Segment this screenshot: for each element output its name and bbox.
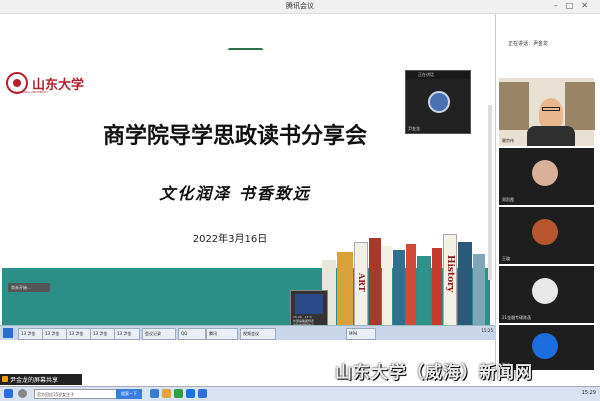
participant-avatar xyxy=(532,219,558,245)
participants-panel: 正在讲话：尹金龙 赖宗伟 郑凯霞 王璇 21金融专硕陈菡 陈洋 xyxy=(495,14,600,374)
speaker-pip[interactable]: 正在讲话 尹金龙 xyxy=(405,70,471,134)
speaking-indicator: 正在讲话：尹金龙 xyxy=(508,41,549,47)
participant-name: 21金融专硕陈菡 xyxy=(502,315,532,320)
participant-avatar xyxy=(532,278,558,304)
taskbar-item[interactable]: MP4 xyxy=(346,328,376,340)
participant-camera-person xyxy=(527,98,575,146)
slide-title: 商学院导学思政读书分享会 xyxy=(102,123,367,149)
university-name-en: SHANDONG UNIVERSITY xyxy=(12,90,49,94)
close-icon[interactable]: ✕ xyxy=(581,1,596,10)
slide-scrollbar[interactable] xyxy=(488,105,492,280)
university-logo: 山东大学 SHANDONG UNIVERSITY xyxy=(6,72,96,96)
search-button[interactable]: 搜索一下 xyxy=(116,389,142,399)
folder-icon[interactable] xyxy=(162,389,171,398)
taskbar-item[interactable]: 会议记录 xyxy=(142,328,176,340)
book-spine-art: ART xyxy=(357,273,367,292)
meeting-icon[interactable] xyxy=(198,389,207,398)
window-titlebar: 腾讯会议 –□✕ xyxy=(0,0,600,14)
taskbar-item[interactable]: 13 尹金 xyxy=(90,328,116,340)
speaker-avatar xyxy=(428,91,450,113)
slide-date: 2022年3月16日 xyxy=(192,234,268,245)
system-clock: 15:29 xyxy=(581,390,596,396)
search-icon[interactable] xyxy=(18,389,27,398)
taskbar-item[interactable]: 13 尹金 xyxy=(18,328,44,340)
maximize-icon[interactable]: □ xyxy=(566,1,582,10)
minimize-icon[interactable]: – xyxy=(554,1,566,10)
windows-start-icon[interactable] xyxy=(3,328,13,338)
books-illustration: ART History xyxy=(320,234,490,330)
participant-name: 郑凯霞 xyxy=(502,197,514,202)
preview-thumbnail xyxy=(295,294,323,314)
app-icon[interactable] xyxy=(150,389,159,398)
windows-start-icon[interactable] xyxy=(4,389,13,398)
microphone-icon xyxy=(2,376,8,382)
taskbar-item[interactable]: 腾讯 xyxy=(206,328,238,340)
participant-avatar xyxy=(532,160,558,186)
shared-clock: 15:25 xyxy=(481,328,493,333)
participant-name: 王璇 xyxy=(502,256,510,261)
shared-taskbar: 13 尹金 13 尹金 13 尹金 13 尹金 13 尹金 会议记录 QQ 腾讯… xyxy=(0,325,495,340)
app-icon[interactable] xyxy=(174,389,183,398)
participant-tile[interactable]: 21金融专硕陈菡 xyxy=(499,266,594,323)
participant-tile[interactable]: 王璇 xyxy=(499,207,594,264)
participant-name: 赖宗伟 xyxy=(502,138,514,143)
taskbar-item[interactable]: QQ xyxy=(178,328,206,340)
taskbar-item[interactable]: 13 尹金 xyxy=(114,328,140,340)
book-spine-history: History xyxy=(445,255,455,293)
taskbar-item[interactable]: 视频会议 xyxy=(240,328,276,340)
taskbar-item[interactable]: 13 尹金 xyxy=(42,328,68,340)
main-taskbar: 官方回应15岁女生子 搜索一下 15:29 xyxy=(0,386,600,401)
pip-name: 尹金龙 xyxy=(408,126,420,131)
taskbar-item[interactable]: 13 尹金 xyxy=(66,328,92,340)
browser-icon[interactable] xyxy=(186,389,195,398)
slide-subtitle: 文化润泽 书香致远 xyxy=(159,184,311,203)
participant-camera-tile[interactable]: 赖宗伟 xyxy=(499,78,595,146)
screen-share-label: 尹金龙的屏幕共享 xyxy=(0,374,82,385)
taskbar-search-input[interactable]: 官方回应15岁女生子 xyxy=(34,389,120,399)
window-controls[interactable]: –□✕ xyxy=(554,1,596,10)
mini-control-bar[interactable]: 尚未开始... xyxy=(8,283,50,292)
window-title: 腾讯会议 xyxy=(286,2,314,10)
news-watermark: 山东大学（威海）新闻网 xyxy=(335,363,533,383)
participant-tile[interactable]: 郑凯霞 xyxy=(499,148,594,205)
pip-header: 正在讲话 xyxy=(418,72,434,77)
participant-avatar xyxy=(532,333,558,359)
